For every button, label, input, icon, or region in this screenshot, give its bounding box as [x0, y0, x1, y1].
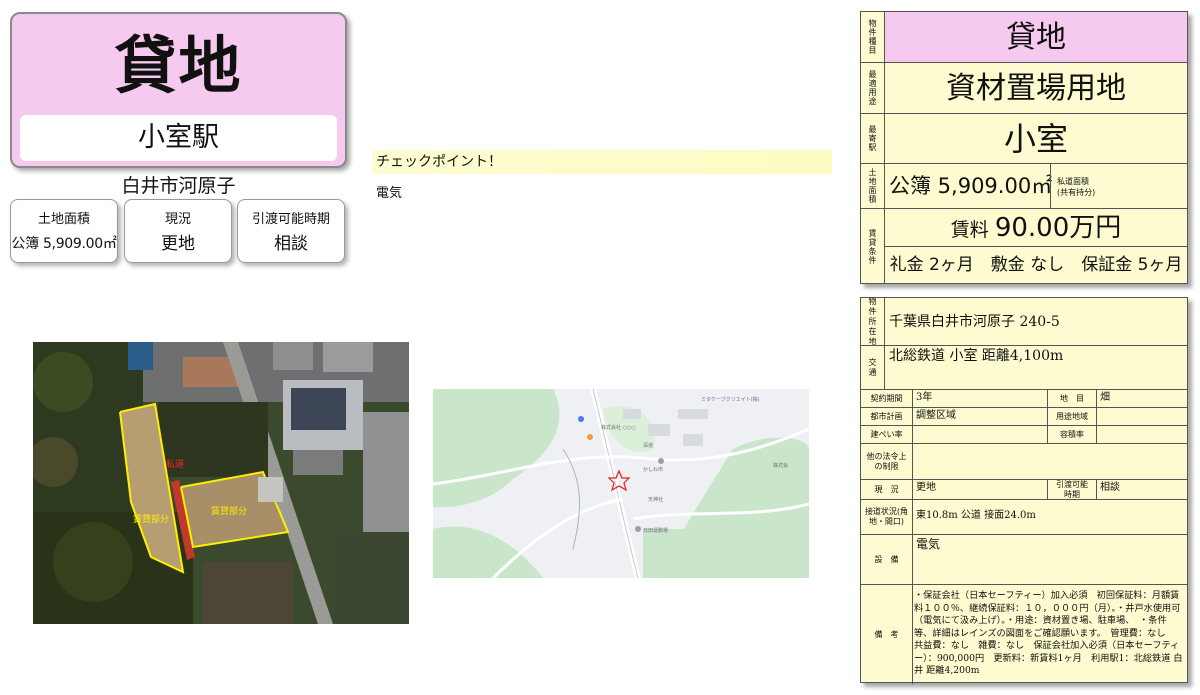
property-type-value: 貸地 [885, 12, 1187, 63]
land-area-label: 土地面積 [861, 164, 885, 209]
checkpoint-heading: チェックポイント！ [372, 150, 832, 174]
aerial-label-left-parcel: 賃貸部分 [133, 513, 169, 525]
info-box-label: 現況 [164, 212, 191, 227]
station-name: 小室駅 [20, 115, 337, 161]
map-label: かしわ市 [643, 466, 663, 473]
facilities-row: 設 備 電気 [861, 535, 1187, 585]
map-label: 株式会 [773, 462, 788, 469]
land-area-row: 公簿 5,909.00㎡ 私道面積 (共有持分) [885, 164, 1187, 209]
aerial-label-right-parcel: 賃貸部分 [211, 505, 247, 517]
info-box-value: 公簿 5,909.00㎡ [11, 236, 117, 252]
property-type-label: 物件種目 [861, 12, 885, 63]
lease-terms-label: 賃貸条件 [861, 209, 885, 284]
fees-row: 礼金 2ヶ月 敷金 なし 保証金 5ヶ月 [885, 247, 1187, 284]
law-value [913, 444, 1187, 479]
facilities-label: 設 備 [861, 535, 913, 584]
location-row: 物件所在地 千葉県白井市河原子 240-5 [861, 297, 1187, 346]
rent-row: 賃料 90.00万円 [885, 209, 1187, 247]
road-access-row: 接道状況(角地・間口) 東10.8m 公道 接面24.0m [861, 500, 1187, 535]
aerial-label-road: 私道 [166, 458, 184, 470]
location-map[interactable]: ミタケーブクリエイト(株) 株式会社 ○○○ 深道 かしわ市 天神社 日田運動場… [433, 389, 809, 578]
nearest-station-value: 小室 [885, 114, 1187, 164]
city-plan-label: 都市計画 [861, 408, 913, 425]
property-type-title: 貸地 [114, 29, 243, 102]
rent-value: 90.00万円 [994, 213, 1122, 243]
info-box-handover: 引渡可能時期 相談 [237, 199, 345, 263]
location-value: 千葉県白井市河原子 240-5 [889, 313, 1060, 330]
status-row: 現 況 更地 引渡可能時期 相談 [861, 480, 1187, 500]
chimoku-label: 地 目 [1048, 390, 1097, 407]
chimoku-value: 畑 [1100, 392, 1110, 403]
handover-label: 引渡可能時期 [1048, 480, 1097, 499]
map-label: 日田運動場 [643, 527, 668, 534]
transport-row: 交通 北総鉄道 小室 距離4,100m [861, 346, 1187, 390]
info-box-label: 引渡可能時期 [251, 212, 330, 227]
status-value: 更地 [913, 480, 1048, 499]
location-map-image: ミタケーブクリエイト(株) 株式会社 ○○○ 深道 かしわ市 天神社 日田運動場… [433, 389, 809, 578]
transport-label: 交通 [861, 346, 885, 389]
law-row: 他の法令上の制限 [861, 444, 1187, 480]
info-box-value: 更地 [161, 234, 195, 254]
best-use-value: 資材置場用地 [885, 63, 1187, 114]
aerial-photo: 私道 賃貸部分 賃貸部分 [33, 342, 409, 624]
city-plan-value: 調整区域 [913, 408, 1048, 425]
zoning-label: 用途地域 [1048, 408, 1097, 425]
private-road-area: 私道面積 (共有持分) [1050, 164, 1189, 208]
private-road-label: 私道面積 [1057, 177, 1089, 186]
transport-value: 北総鉄道 小室 距離4,100m [889, 348, 1064, 364]
road-access-label: 接道状況(角地・間口) [861, 500, 913, 534]
handover-value: 相談 [1100, 482, 1120, 493]
rent-prefix: 賃料 [950, 219, 989, 241]
checkpoint-text: 電気 [376, 186, 403, 201]
zoning-value [1097, 408, 1187, 425]
land-area-value: 公簿 5,909.00㎡ [889, 174, 1053, 198]
info-box-label: 土地面積 [37, 212, 90, 227]
city-plan-row: 都市計画 調整区域 用途地域 [861, 408, 1187, 426]
far-label: 容積率 [1048, 426, 1097, 443]
address-line: 白井市河原子 [121, 175, 236, 197]
map-label: ミタケーブクリエイト(株) [701, 396, 760, 403]
private-road-sub: (共有持分) [1057, 188, 1096, 197]
details-table: 物件所在地 千葉県白井市河原子 240-5 交通 北総鉄道 小室 距離4,100… [860, 297, 1188, 684]
nearest-station-label: 最寄駅 [861, 114, 885, 164]
road-access-value: 東10.8m 公道 接面24.0m [916, 510, 1036, 521]
map-label: 天神社 [648, 496, 663, 503]
contract-value: 3年 [913, 390, 1048, 407]
far-value [1097, 426, 1187, 443]
info-box-value: 相談 [274, 234, 308, 254]
best-use-label: 最適用途 [861, 63, 885, 114]
facilities-value: 電気 [916, 537, 941, 551]
notes-value: ・保証会社（日本セーフティー）加入必須 初回保証料：月額賃料１００％、継続保証料… [914, 590, 1183, 676]
notes-label: 備 考 [861, 585, 913, 684]
status-label: 現 況 [861, 480, 913, 499]
aerial-photo-image: 私道 賃貸部分 賃貸部分 [33, 342, 409, 624]
contract-row: 契約期間 3年 地 目 畑 [861, 390, 1187, 408]
map-label: 株式会社 ○○○ [601, 424, 636, 431]
law-label: 他の法令上の制限 [861, 444, 913, 479]
summary-table: 物件種目 貸地 最適用途 資材置場用地 最寄駅 小室 土地面積 公簿 5,909… [860, 11, 1188, 284]
info-box-status: 現況 更地 [124, 199, 232, 263]
bcr-label: 建ぺい率 [861, 426, 913, 443]
map-label: 深道 [643, 442, 653, 449]
title-card: 貸地 小室駅 [10, 12, 347, 168]
bcr-value [913, 426, 1048, 443]
info-box-land-area: 土地面積 公簿 5,909.00㎡ [10, 199, 118, 263]
contract-label: 契約期間 [861, 390, 913, 407]
location-label: 物件所在地 [861, 297, 885, 346]
coverage-row: 建ぺい率 容積率 [861, 426, 1187, 444]
notes-row: 備 考 ・保証会社（日本セーフティー）加入必須 初回保証料：月額賃料１００％、継… [861, 585, 1187, 684]
